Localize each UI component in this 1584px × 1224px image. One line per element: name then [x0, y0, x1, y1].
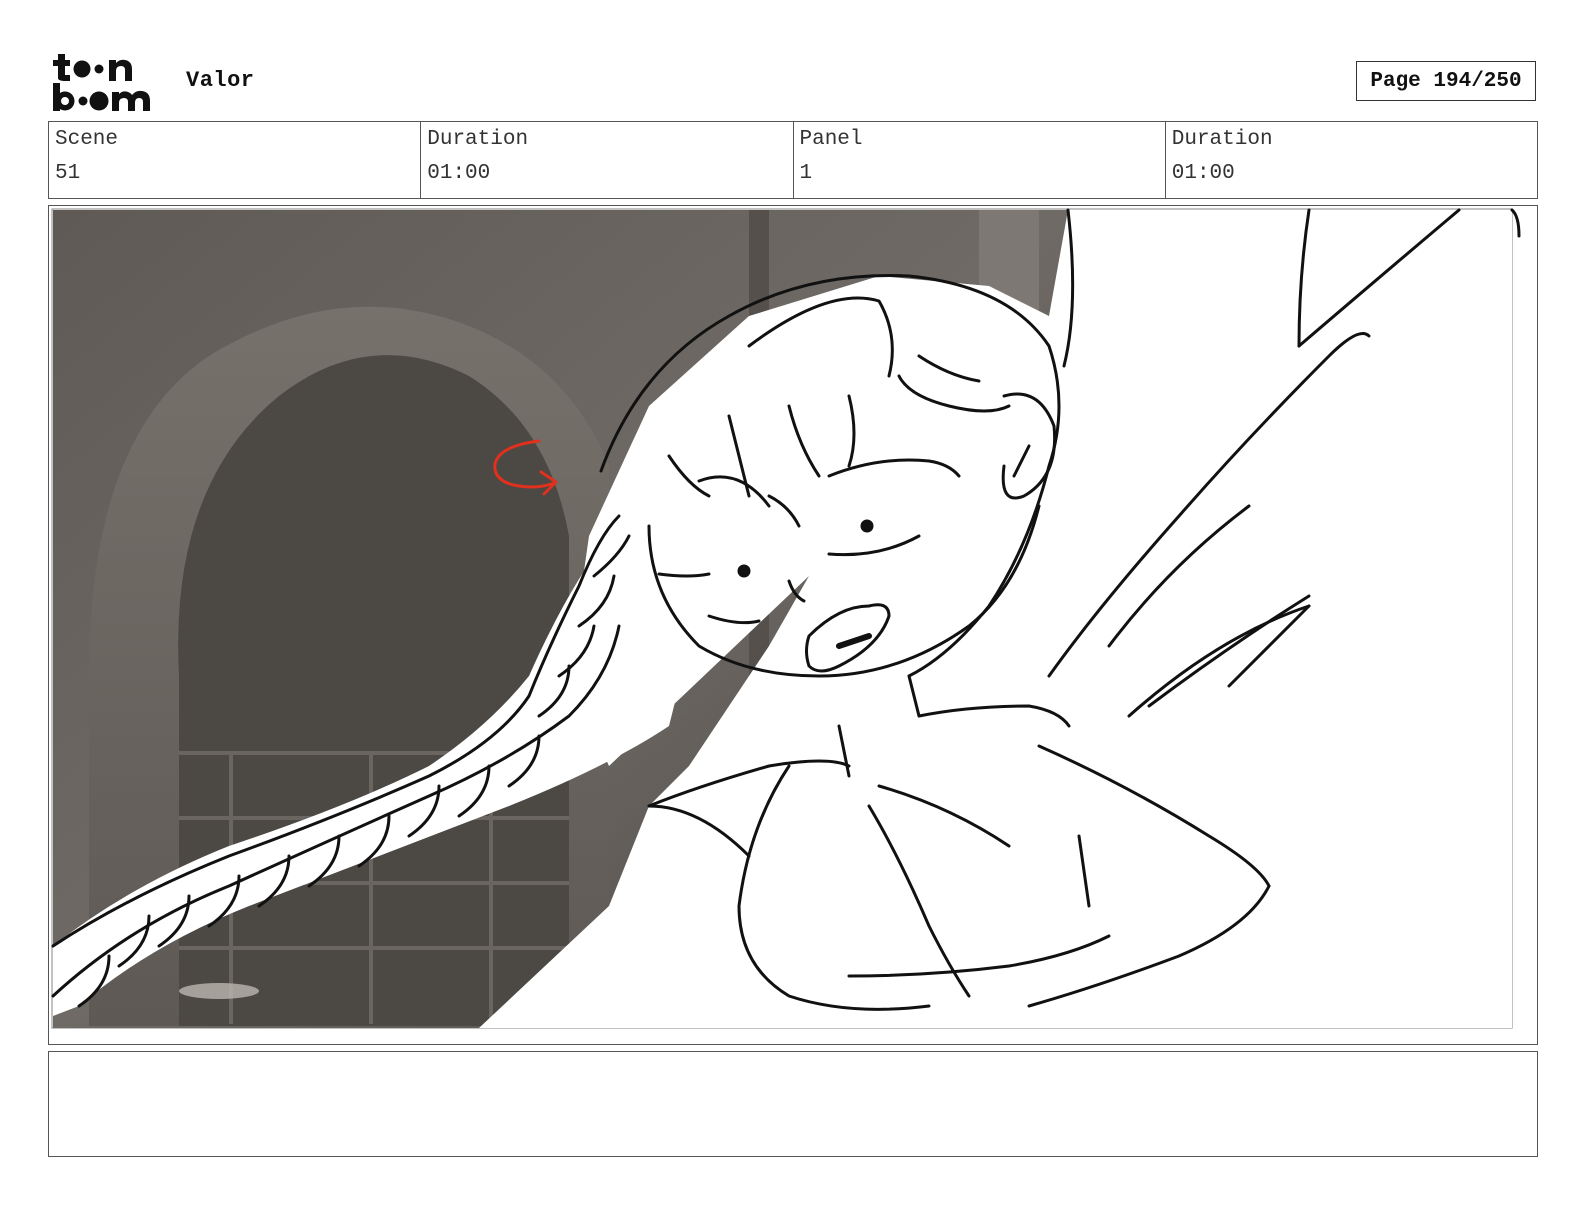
scene-label: Scene — [55, 128, 119, 151]
panel-label: Panel — [799, 128, 863, 151]
scene-duration-cell: Duration 01:00 — [421, 122, 794, 198]
scene-duration-label: Duration — [427, 128, 529, 151]
panel-duration-cell: Duration 01:00 — [1166, 122, 1537, 198]
notes-box[interactable] — [48, 1051, 1538, 1157]
project-title: Valor — [186, 68, 255, 93]
page-indicator: Page 194/250 — [1356, 61, 1536, 101]
panel-duration-label: Duration — [1171, 128, 1273, 151]
panel-duration-value: 01:00 — [1171, 162, 1235, 185]
panel-cell: Panel 1 — [794, 122, 1166, 198]
scene-info-table: Scene 51 Duration 01:00 Panel 1 Duration… — [48, 121, 1538, 199]
scene-duration-value: 01:00 — [427, 162, 491, 185]
panel-value: 1 — [799, 162, 813, 185]
toonboom-logo: toon — [53, 54, 150, 111]
storyboard-panel — [48, 205, 1538, 1045]
scene-value: 51 — [55, 162, 81, 185]
panel-drawing — [51, 208, 1521, 1029]
scene-cell: Scene 51 — [49, 122, 422, 198]
